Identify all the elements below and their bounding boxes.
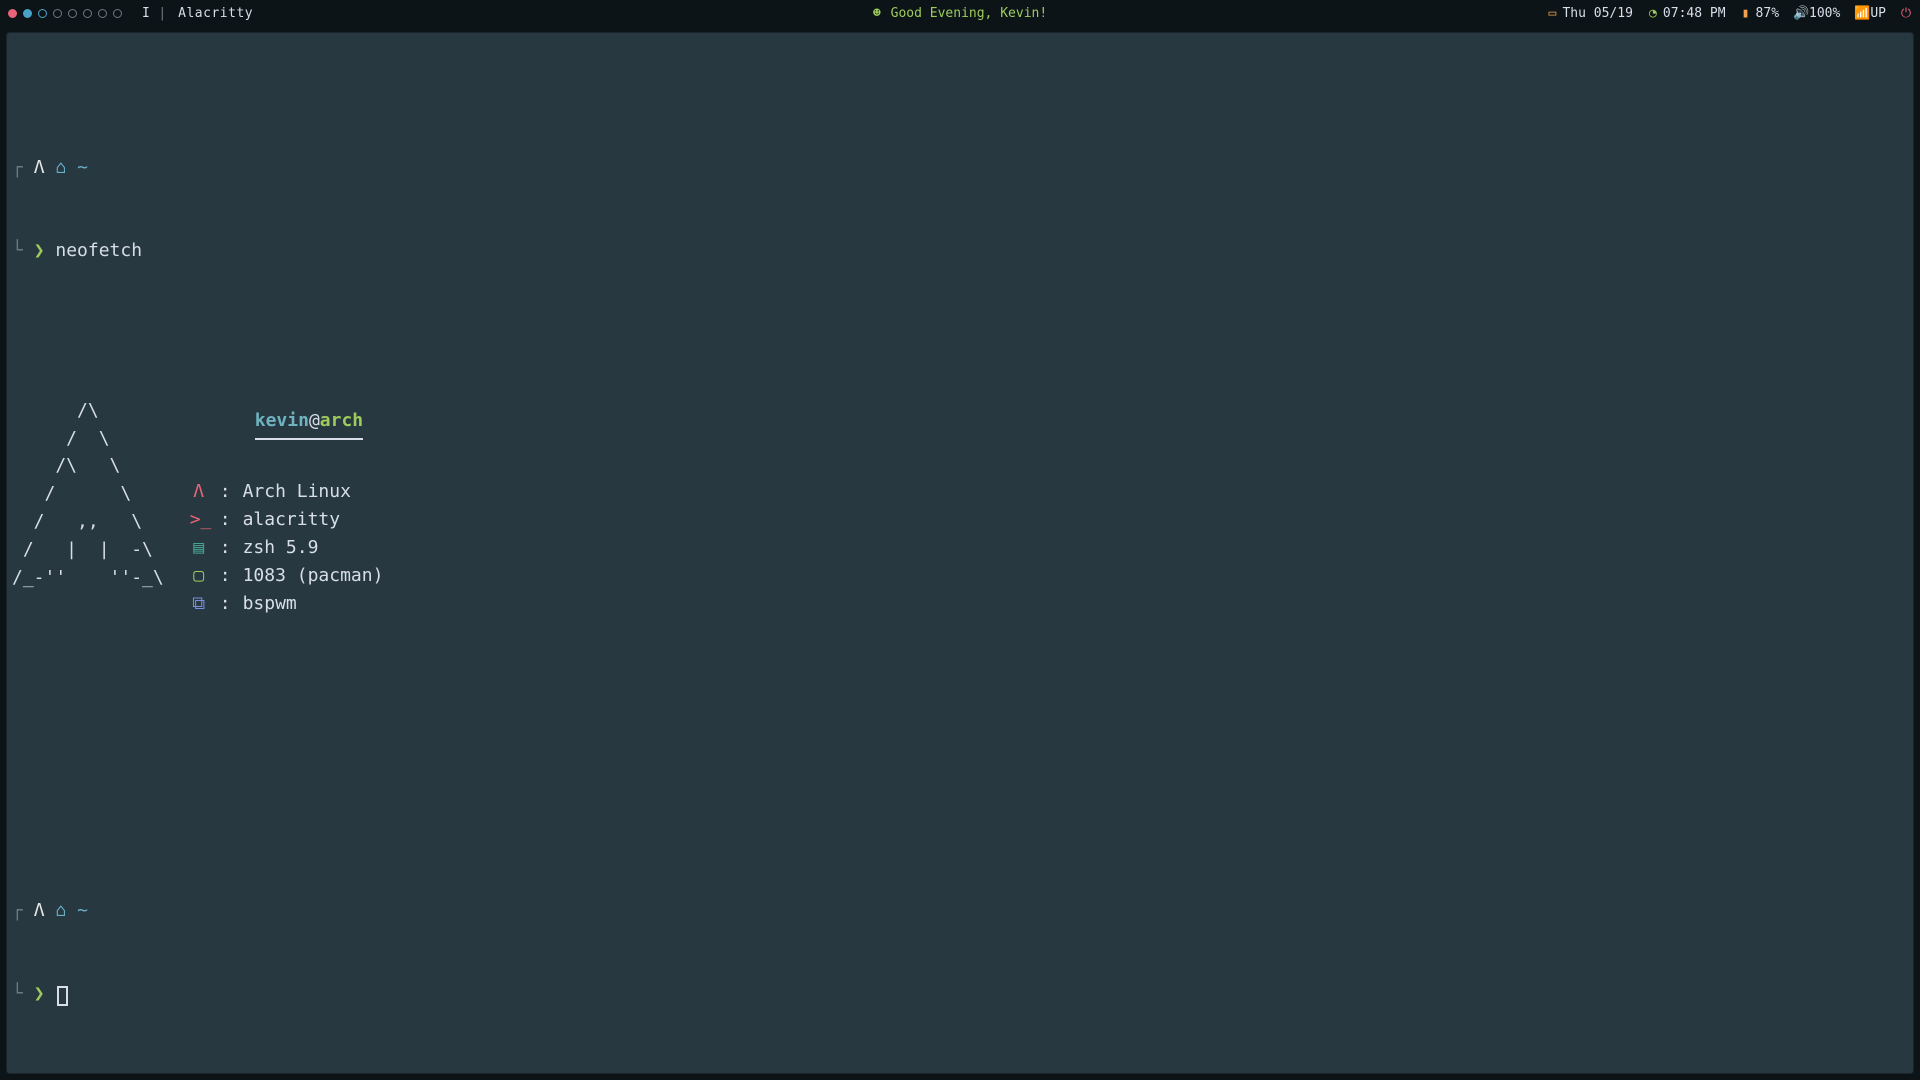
info-row-value: Arch Linux: [243, 478, 351, 506]
top-bar: I | Alacritty ☻ Good Evening, Kevin! ▭ T…: [0, 0, 1920, 26]
info-row-colon: :: [220, 562, 231, 590]
at-separator: @: [309, 410, 320, 431]
info-row-colon: :: [220, 478, 231, 506]
time-status: ◔ 07:48 PM: [1647, 6, 1726, 21]
info-row-icon: >_: [190, 506, 208, 534]
volume-icon: 🔊: [1793, 6, 1805, 21]
date-text: Thu 05/19: [1562, 6, 1632, 21]
prompt-line-1: └ ❯ neofetch: [12, 237, 1908, 265]
battery-icon: ▮: [1740, 6, 1752, 21]
workspace-dot-7[interactable]: [98, 9, 107, 18]
bar-right: ▭ Thu 05/19 ◔ 07:48 PM ▮ 87% 🔊 100% 📶 UP…: [960, 6, 1912, 21]
info-row-1: >_: alacritty: [190, 506, 384, 534]
prompt-decorator-top-1: ┌ Λ ⌂ ~: [12, 154, 1908, 182]
info-row-3: ▢:1083 (pacman): [190, 562, 384, 590]
prompt-arrow: ❯: [34, 983, 45, 1004]
volume-status: 🔊 100%: [1793, 6, 1840, 21]
workspace-dots[interactable]: [8, 9, 122, 18]
prompt-line-2[interactable]: └ ❯: [12, 980, 1908, 1008]
info-row-value: bspwm: [243, 590, 297, 618]
neofetch-info: kevin@arch Λ: Arch Linux >_: alacritty ▤: zsh…: [190, 379, 384, 674]
info-row-value: 1083 (pacman): [243, 562, 384, 590]
info-row-colon: :: [220, 506, 231, 534]
workspace-dot-3[interactable]: [38, 9, 47, 18]
neofetch-output: /\ / \ /\ \ / \ / ,, \ / | | -\ /_-'' ''…: [12, 379, 1908, 674]
cursor: [57, 986, 68, 1006]
workspace-dot-2[interactable]: [23, 9, 32, 18]
prompt-arrow: ❯: [34, 240, 45, 261]
workspace-dot-1[interactable]: [8, 9, 17, 18]
home-icon: ⌂: [55, 900, 66, 921]
arch-icon: Λ: [34, 900, 45, 921]
clock-icon: ◔: [1647, 6, 1659, 21]
bar-center: ☻ Good Evening, Kevin!: [873, 6, 1047, 21]
workspace-dot-4[interactable]: [53, 9, 62, 18]
cwd-tilde: ~: [77, 157, 88, 178]
date-status: ▭ Thu 05/19: [1546, 6, 1632, 21]
info-row-0: Λ: Arch Linux: [190, 478, 384, 506]
time-text: 07:48 PM: [1663, 6, 1726, 21]
workspace-dot-6[interactable]: [83, 9, 92, 18]
info-row-icon: Λ: [190, 478, 208, 506]
entered-command: neofetch: [55, 240, 142, 261]
info-row-value: zsh 5.9: [243, 534, 319, 562]
wifi-icon: 📶: [1854, 6, 1866, 21]
username: kevin: [255, 410, 309, 431]
user-host: kevin@arch: [255, 407, 363, 441]
workspace-separator: |: [158, 6, 166, 21]
hostname: arch: [320, 410, 363, 431]
window-title: Alacritty: [178, 6, 253, 21]
info-row-icon: ▢: [190, 562, 208, 590]
greeting-icon: ☻: [873, 6, 881, 21]
info-row-icon: ▤: [190, 534, 208, 562]
terminal-window[interactable]: ┌ Λ ⌂ ~ └ ❯ neofetch /\ / \ /\ \ / \ / ,…: [6, 32, 1914, 1074]
ascii-logo: /\ / \ /\ \ / \ / ,, \ / | | -\ /_-'' ''…: [12, 397, 164, 592]
greeting-text: Good Evening, Kevin!: [891, 6, 1048, 21]
arch-icon: Λ: [34, 157, 45, 178]
cwd-tilde: ~: [77, 900, 88, 921]
workspace-index: I: [142, 6, 150, 21]
prompt-decorator-top-2: ┌ Λ ⌂ ~: [12, 897, 1908, 925]
info-row-icon: ⧉: [190, 590, 208, 618]
battery-status: ▮ 87%: [1740, 6, 1779, 21]
power-icon: ⏻: [1900, 6, 1912, 21]
network-status: 📶 UP: [1854, 6, 1886, 21]
workspace-dot-8[interactable]: [113, 9, 122, 18]
info-row-colon: :: [220, 534, 231, 562]
battery-text: 87%: [1756, 6, 1779, 21]
volume-text: 100%: [1809, 6, 1840, 21]
info-row-colon: :: [220, 590, 231, 618]
workspace-dot-5[interactable]: [68, 9, 77, 18]
calendar-icon: ▭: [1546, 6, 1558, 21]
info-row-value: alacritty: [243, 506, 341, 534]
info-row-2: ▤: zsh 5.9: [190, 534, 384, 562]
power-button[interactable]: ⏻: [1900, 6, 1912, 21]
info-row-4: ⧉: bspwm: [190, 590, 384, 618]
network-text: UP: [1870, 6, 1886, 21]
home-icon: ⌂: [55, 157, 66, 178]
bar-left: I | Alacritty: [8, 6, 960, 21]
